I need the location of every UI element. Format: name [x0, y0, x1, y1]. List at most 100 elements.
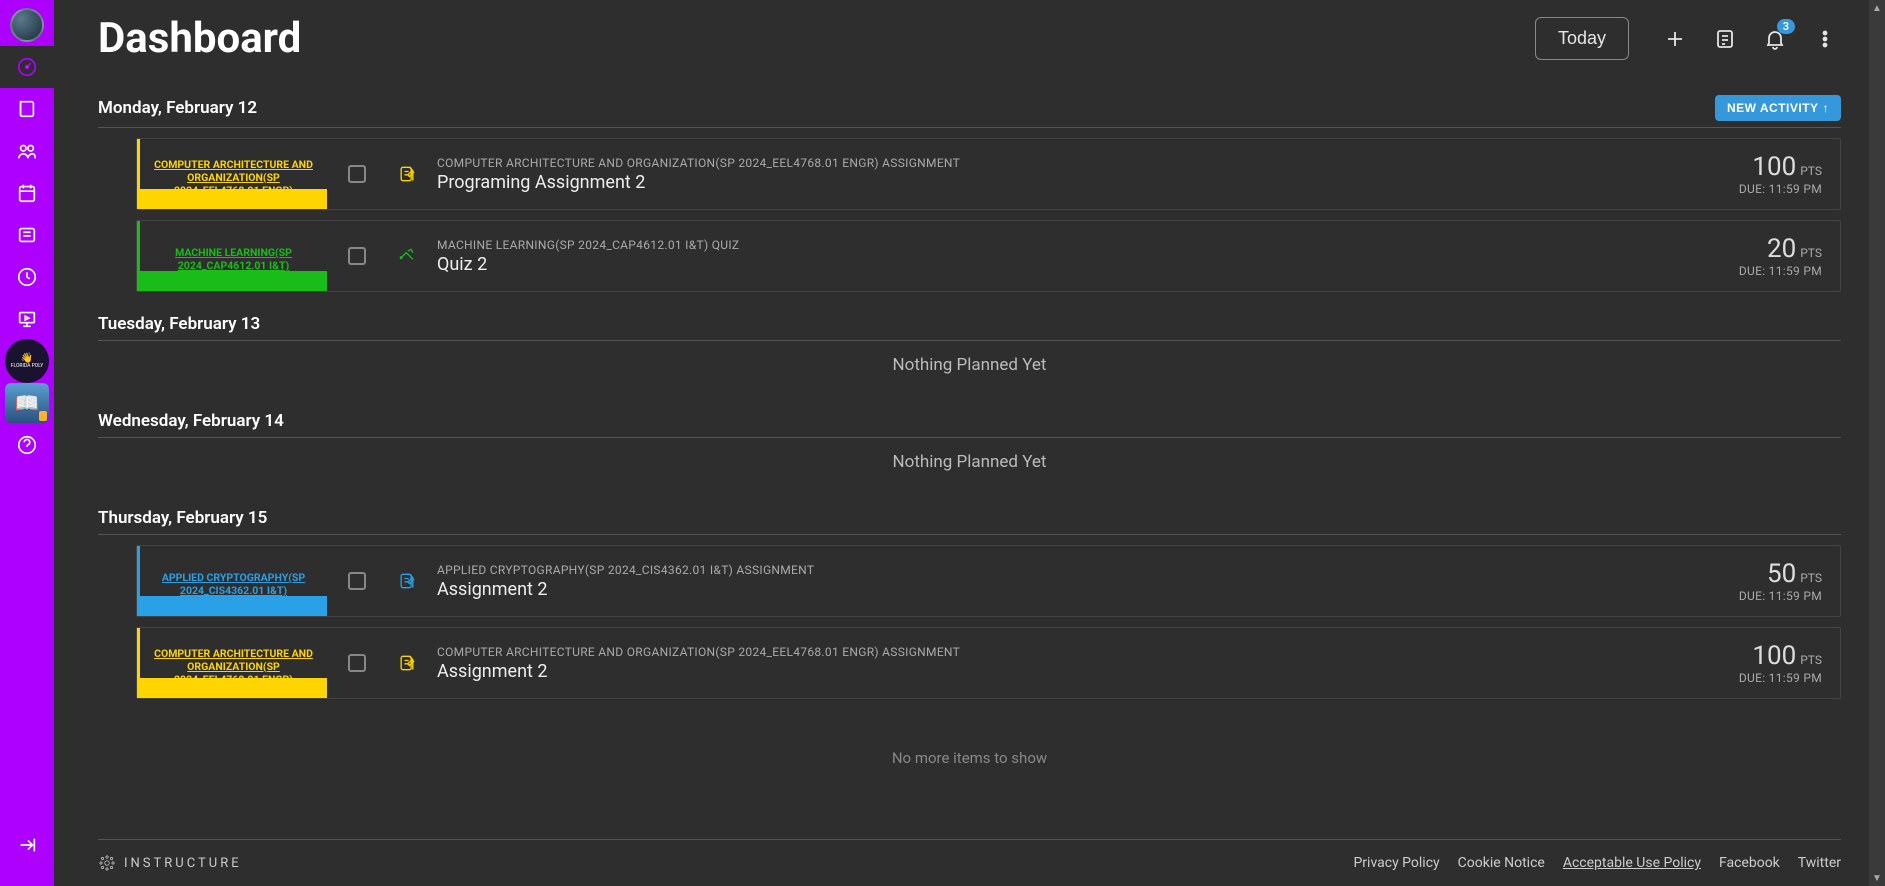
book-icon	[16, 98, 38, 120]
item-title-link[interactable]: Assignment 2	[437, 661, 1711, 682]
scrollbar[interactable]: ▲ ▼	[1869, 0, 1885, 886]
assignment-icon	[387, 628, 427, 698]
item-course-line: COMPUTER ARCHITECTURE AND ORGANIZATION(S…	[437, 156, 1711, 170]
footer-link[interactable]: Acceptable Use Policy	[1563, 855, 1701, 871]
day-header: Monday, February 12 NEW ACTIVITY ↑	[98, 87, 1841, 128]
footer-link[interactable]: Twitter	[1798, 855, 1841, 871]
planner-item: APPLIED CRYPTOGRAPHY(SP 2024_CIS4362.01 …	[136, 545, 1841, 617]
calendar-icon	[16, 182, 38, 204]
item-body: COMPUTER ARCHITECTURE AND ORGANIZATION(S…	[427, 139, 1721, 209]
sidebar-calendar[interactable]	[0, 172, 54, 214]
item-title-link[interactable]: Quiz 2	[437, 254, 1711, 275]
due-label: DUE: 11:59 PM	[1739, 589, 1822, 603]
course-link[interactable]: COMPUTER ARCHITECTURE AND ORGANIZATION(S…	[137, 139, 327, 209]
footer-brand[interactable]: INSTRUCTURE	[98, 854, 242, 872]
sidebar-dashboard[interactable]	[0, 46, 54, 88]
header: Dashboard Today 3	[54, 0, 1885, 73]
today-button[interactable]: Today	[1535, 17, 1629, 60]
points-label: PTS	[1800, 571, 1822, 585]
complete-checkbox[interactable]	[348, 247, 366, 265]
expand-right-icon	[16, 834, 38, 856]
quiz-icon	[387, 221, 427, 291]
scroll-down-icon[interactable]: ▼	[1869, 870, 1885, 886]
main-area: Dashboard Today 3 Monday, February 12 NEW…	[54, 0, 1885, 886]
page-title: Dashboard	[98, 14, 1535, 63]
points-value: 20	[1767, 234, 1796, 264]
arrow-up-icon: ↑	[1823, 101, 1830, 115]
inbox-icon	[16, 224, 38, 246]
library-icon: 📖	[5, 383, 49, 423]
school-logo-icon: 👋 FLORIDA POLY	[5, 339, 49, 383]
item-check-cell	[327, 139, 387, 209]
grades-icon	[1713, 27, 1737, 51]
add-button[interactable]	[1653, 17, 1697, 61]
scroll-up-icon[interactable]: ▲	[1869, 0, 1885, 16]
item-check-cell	[327, 628, 387, 698]
item-body: COMPUTER ARCHITECTURE AND ORGANIZATION(S…	[427, 628, 1721, 698]
day-header: Thursday, February 15	[98, 500, 1841, 535]
empty-message: Nothing Planned Yet	[98, 341, 1841, 389]
day-label: Wednesday, February 14	[98, 411, 284, 431]
notifications-button[interactable]: 3	[1753, 17, 1797, 61]
course-short-label: APPLIED CRYPTOGRAPHY(SP 2024_CIS4362.01 …	[146, 571, 321, 597]
complete-checkbox[interactable]	[348, 654, 366, 672]
day-label: Monday, February 12	[98, 98, 257, 118]
grades-button[interactable]	[1703, 17, 1747, 61]
item-meta: 100PTSDUE: 11:59 PM	[1721, 628, 1840, 698]
plus-icon	[1663, 27, 1687, 51]
more-button[interactable]	[1803, 17, 1847, 61]
item-body: MACHINE LEARNING(SP 2024_CAP4612.01 I&T)…	[427, 221, 1721, 291]
item-title-link[interactable]: Assignment 2	[437, 579, 1711, 600]
item-check-cell	[327, 221, 387, 291]
sidebar-studio[interactable]	[0, 298, 54, 340]
sidebar-expand[interactable]	[0, 824, 54, 866]
complete-checkbox[interactable]	[348, 572, 366, 590]
presentation-icon	[16, 308, 38, 330]
course-link[interactable]: MACHINE LEARNING(SP 2024_CAP4612.01 I&T)	[137, 221, 327, 291]
new-activity-button[interactable]: NEW ACTIVITY ↑	[1715, 95, 1841, 121]
day-header: Tuesday, February 13	[98, 306, 1841, 341]
sidebar-help[interactable]	[0, 424, 54, 466]
planner-item: COMPUTER ARCHITECTURE AND ORGANIZATION(S…	[136, 627, 1841, 699]
avatar-icon	[10, 8, 44, 42]
new-activity-label: NEW ACTIVITY	[1727, 101, 1819, 115]
item-meta: 20PTSDUE: 11:59 PM	[1721, 221, 1840, 291]
dashboard-icon	[16, 56, 38, 78]
sidebar-library[interactable]: 📖	[0, 382, 54, 424]
instructure-icon	[98, 854, 116, 872]
footer-link[interactable]: Privacy Policy	[1353, 855, 1439, 871]
item-course-line: APPLIED CRYPTOGRAPHY(SP 2024_CIS4362.01 …	[437, 563, 1711, 577]
planner-item: COMPUTER ARCHITECTURE AND ORGANIZATION(S…	[136, 138, 1841, 210]
day-label: Tuesday, February 13	[98, 314, 260, 334]
sidebar-school-logo[interactable]: 👋 FLORIDA POLY	[0, 340, 54, 382]
course-link[interactable]: COMPUTER ARCHITECTURE AND ORGANIZATION(S…	[137, 628, 327, 698]
sidebar-history[interactable]	[0, 256, 54, 298]
item-course-line: COMPUTER ARCHITECTURE AND ORGANIZATION(S…	[437, 645, 1711, 659]
course-link[interactable]: APPLIED CRYPTOGRAPHY(SP 2024_CIS4362.01 …	[137, 546, 327, 616]
footer-link[interactable]: Cookie Notice	[1458, 855, 1545, 871]
footer-brand-label: INSTRUCTURE	[124, 856, 242, 871]
due-label: DUE: 11:59 PM	[1739, 671, 1822, 685]
planner-item: MACHINE LEARNING(SP 2024_CAP4612.01 I&T)…	[136, 220, 1841, 292]
item-meta: 50 PTS DUE: 11:59 PM	[1721, 546, 1840, 616]
sidebar-account[interactable]	[0, 4, 54, 46]
course-color-bar	[140, 271, 327, 291]
footer: INSTRUCTURE Privacy Policy Cookie Notice A…	[98, 839, 1841, 886]
points-value: 100	[1752, 152, 1796, 182]
day-header: Wednesday, February 14	[98, 403, 1841, 438]
sidebar-courses[interactable]	[0, 88, 54, 130]
clock-icon	[16, 266, 38, 288]
complete-checkbox[interactable]	[348, 165, 366, 183]
item-title-link[interactable]: Programing Assignment 2	[437, 172, 1711, 193]
sidebar-groups[interactable]	[0, 130, 54, 172]
footer-link[interactable]: Facebook	[1719, 855, 1780, 871]
empty-message: Nothing Planned Yet	[98, 438, 1841, 486]
sidebar-inbox[interactable]	[0, 214, 54, 256]
notification-badge: 3	[1777, 19, 1795, 34]
points-value: 100	[1752, 641, 1796, 671]
points-value: 50	[1767, 559, 1796, 589]
more-vertical-icon	[1813, 27, 1837, 51]
points-label: PTS	[1800, 164, 1822, 178]
course-short-label: MACHINE LEARNING(SP 2024_CAP4612.01 I&T)	[146, 246, 321, 272]
planner-content: Monday, February 12 NEW ACTIVITY ↑ COMPUTE…	[54, 73, 1885, 839]
